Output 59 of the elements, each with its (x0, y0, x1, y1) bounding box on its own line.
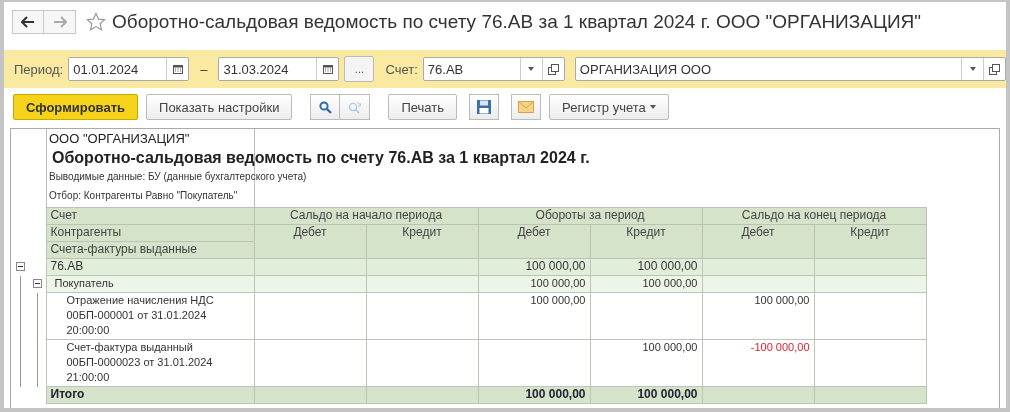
back-button[interactable] (12, 10, 44, 34)
amount-value: 100 000,00 (525, 259, 586, 273)
row-label: Счет-фактура выданный 00БП-0000023 от 31.01.2024 21:00:00 (46, 339, 254, 387)
collapse-toggle[interactable] (33, 278, 42, 288)
amount-value: 100 000,00 (530, 294, 586, 306)
calendar-icon[interactable] (172, 64, 183, 74)
amount-value: -100 000,00 (750, 341, 810, 353)
column-header: Дебет (254, 224, 366, 259)
report-organization: ООО "ОРГАНИЗАЦИЯ" (49, 130, 191, 146)
star-icon[interactable] (86, 12, 106, 32)
column-header: Дебет (478, 224, 590, 259)
amount-value: 100 000,00 (754, 294, 810, 306)
output-data-note: Выводимые данные: БУ (данные бухгалтерского учета) (49, 171, 308, 182)
envelope-icon (518, 101, 535, 113)
total-amount: 100 000,00 (637, 387, 698, 401)
amount-value: 100 000,00 (642, 341, 698, 353)
account-label: Счет: (385, 61, 418, 77)
open-window-icon[interactable] (989, 63, 1000, 75)
calendar-icon[interactable] (322, 64, 333, 74)
total-amount: 100 000,00 (525, 387, 586, 401)
print-button[interactable]: Печать (388, 94, 458, 120)
search-repeat-icon (347, 100, 362, 114)
left-arrow-icon (21, 16, 35, 28)
column-group-header: Сальдо на начало периода (254, 207, 478, 225)
organization-field[interactable]: ОРГАНИЗАЦИЯ ООО (574, 57, 1006, 81)
show-settings-button[interactable]: Показать настройки (146, 94, 293, 120)
column-header: Кредит (590, 224, 702, 259)
column-header: Кредит (366, 224, 478, 259)
collapse-toggle[interactable] (16, 261, 25, 271)
account-field[interactable]: 76.АВ (422, 57, 565, 81)
column-header: Счет (46, 207, 254, 225)
window-title: Оборотно-сальдовая ведомость по счету 76.АВ за 1 квартал 2024 г. ООО "ОРГАНИЗАЦИЯ" (112, 11, 922, 33)
column-group-header: Обороты за период (478, 207, 702, 225)
row-label: Отражение начисления НДС 00БП-000001 от 31.01.2024 20:00:00 (46, 292, 254, 340)
date-from-field[interactable]: 01.01.2024 (68, 57, 190, 81)
column-header: Кредит (814, 224, 926, 259)
generate-button[interactable]: Сформировать (13, 94, 139, 120)
column-header: Дебет (702, 224, 814, 259)
amount-value: 100 000,00 (637, 259, 698, 273)
period-label: Период: (14, 61, 64, 77)
amount-value: 100 000,00 (530, 277, 586, 289)
dropdown-caret-icon[interactable] (969, 67, 976, 71)
search-icon (318, 100, 332, 114)
date-to-field[interactable]: 31.03.2024 (218, 57, 340, 81)
search-button[interactable] (310, 94, 341, 120)
filter-note: Отбор: Контрагенты Равно "Покупатель" (49, 190, 239, 201)
amount-value: 100 000,00 (642, 277, 698, 289)
period-select-button[interactable]: ... (344, 56, 375, 82)
save-button[interactable] (469, 94, 500, 120)
minus-icon (33, 278, 42, 288)
dropdown-caret-icon (649, 105, 656, 109)
range-dash: – (200, 61, 208, 77)
report-title: Оборотно-сальдовая ведомость по счету 76.АВ за 1 квартал 2024 г. (51, 148, 591, 168)
dropdown-caret-icon[interactable] (528, 67, 535, 71)
column-group-header: Сальдо на конец периода (702, 207, 926, 225)
accounting-register-button[interactable]: Регистр учета (549, 94, 669, 120)
right-arrow-icon (52, 16, 67, 28)
open-window-icon[interactable] (547, 63, 559, 75)
minus-icon (16, 261, 25, 271)
